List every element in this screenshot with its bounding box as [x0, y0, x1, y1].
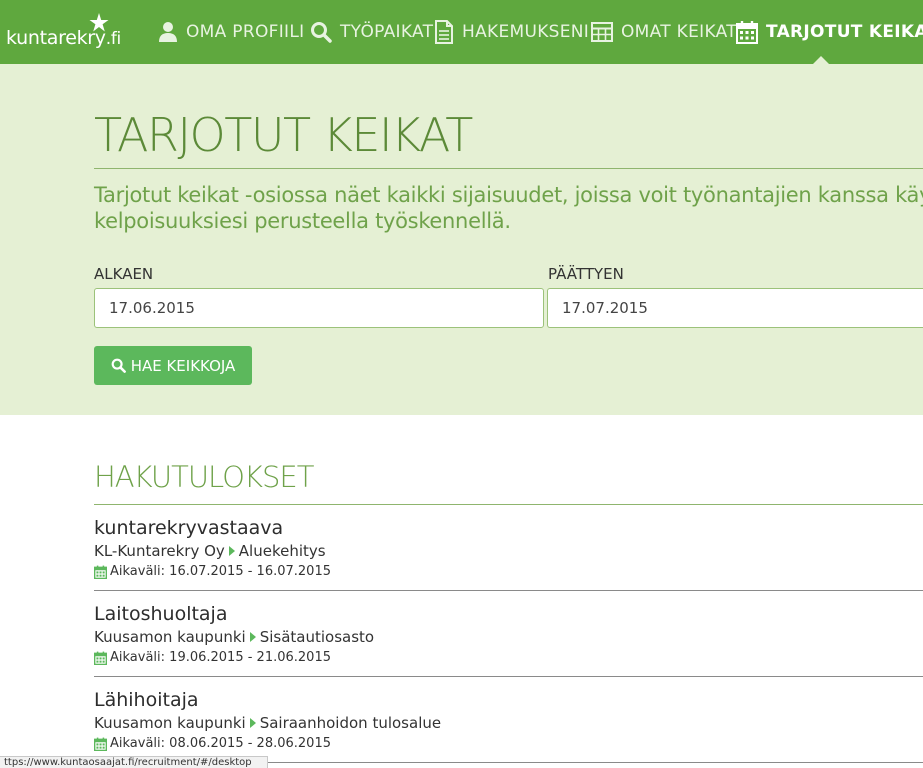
end-date-input[interactable]: 17.07.2015 [547, 288, 923, 328]
intro-line-2: kelpoisuuksiesi perusteella työskennellä… [94, 209, 511, 233]
result-unit: Aluekehitys [238, 542, 326, 560]
result-item[interactable]: Laitoshuoltaja Kuusamon kaupunki Sisätau… [94, 591, 923, 677]
caret-right-icon [249, 718, 256, 728]
document-icon [434, 20, 454, 44]
page-title: TARJOTUT KEIKAT [94, 108, 473, 162]
result-item[interactable]: Lähihoitaja Kuusamon kaupunki Sairaanhoi… [94, 677, 923, 763]
calendar-icon [94, 651, 107, 665]
user-icon [158, 21, 178, 43]
result-unit: Sisätautiosasto [259, 628, 375, 646]
search-gigs-button[interactable]: HAE KEIKKOJA [94, 346, 252, 385]
result-title[interactable]: Lähihoitaja [94, 689, 199, 711]
intro-text: Tarjotut keikat -osiossa näet kaikki sij… [94, 182, 923, 234]
active-tab-caret [813, 56, 829, 64]
nav-item-tyopaikat[interactable]: TYÖPAIKAT [310, 0, 433, 64]
nav-item-hakemukseni[interactable]: HAKEMUKSENI [434, 0, 589, 64]
nav-label: OMAT KEIKAT [621, 22, 737, 42]
start-date-input[interactable]: 17.06.2015 [94, 288, 544, 328]
result-organization: Kuusamon kaupunki Sairaanhoidon tulosalu… [94, 714, 441, 732]
nav-item-tarjotut-keikat[interactable]: TARJOTUT KEIKAT [736, 0, 923, 64]
calendar-icon [94, 737, 107, 751]
intro-line-1: Tarjotut keikat -osiossa näet kaikki sij… [94, 183, 923, 207]
result-title[interactable]: Laitoshuoltaja [94, 603, 227, 625]
result-period-text: Aikaväli: 16.07.2015 - 16.07.2015 [110, 564, 331, 579]
start-date-value: 17.06.2015 [109, 299, 195, 317]
calendar-icon [736, 20, 758, 44]
end-date-value: 17.07.2015 [562, 299, 648, 317]
result-organization: KL-Kuntarekry Oy Aluekehitys [94, 542, 326, 560]
status-bar-url: ttps://www.kuntaosaajat.fi/recruitment/#… [0, 756, 268, 768]
result-unit: Sairaanhoidon tulosalue [259, 714, 442, 732]
nav-item-oma-profiili[interactable]: OMA PROFIILI [158, 0, 304, 64]
result-item[interactable]: kuntarekryvastaava KL-Kuntarekry Oy Alue… [94, 505, 923, 591]
result-organization: Kuusamon kaupunki Sisätautiosasto [94, 628, 374, 646]
nav-label: TARJOTUT KEIKAT [766, 22, 923, 42]
search-icon [111, 358, 126, 373]
search-button-label: HAE KEIKKOJA [130, 356, 236, 375]
title-divider [94, 168, 923, 169]
logo-star-icon [88, 12, 110, 39]
table-icon [591, 22, 613, 42]
caret-right-icon [249, 632, 256, 642]
nav-item-omat-keikat[interactable]: OMAT KEIKAT [591, 0, 737, 64]
top-navbar: kuntarekry .fi OMA PROFIILI TYÖPAIKAT HAK… [0, 0, 923, 64]
nav-label: OMA PROFIILI [186, 22, 305, 42]
result-title[interactable]: kuntarekryvastaava [94, 517, 283, 539]
results-heading: HAKUTULOKSET [94, 460, 314, 494]
result-period-text: Aikaväli: 08.06.2015 - 28.06.2015 [110, 736, 331, 751]
result-period-text: Aikaväli: 19.06.2015 - 21.06.2015 [110, 650, 331, 665]
result-period: Aikaväli: 08.06.2015 - 28.06.2015 [94, 736, 331, 751]
result-employer: Kuusamon kaupunki [94, 628, 246, 646]
calendar-icon [94, 565, 107, 579]
end-date-label: PÄÄTTYEN [548, 265, 624, 283]
result-period: Aikaväli: 19.06.2015 - 21.06.2015 [94, 650, 331, 665]
result-employer: Kuusamon kaupunki [94, 714, 246, 732]
start-date-label: ALKAEN [94, 265, 154, 283]
nav-label: TYÖPAIKAT [340, 22, 434, 42]
caret-right-icon [228, 546, 235, 556]
result-employer: KL-Kuntarekry Oy [94, 542, 225, 560]
kuntarekry-logo[interactable]: kuntarekry .fi [6, 12, 121, 50]
nav-label: HAKEMUKSENI [462, 22, 590, 42]
search-icon [310, 21, 332, 43]
result-period: Aikaväli: 16.07.2015 - 16.07.2015 [94, 564, 331, 579]
